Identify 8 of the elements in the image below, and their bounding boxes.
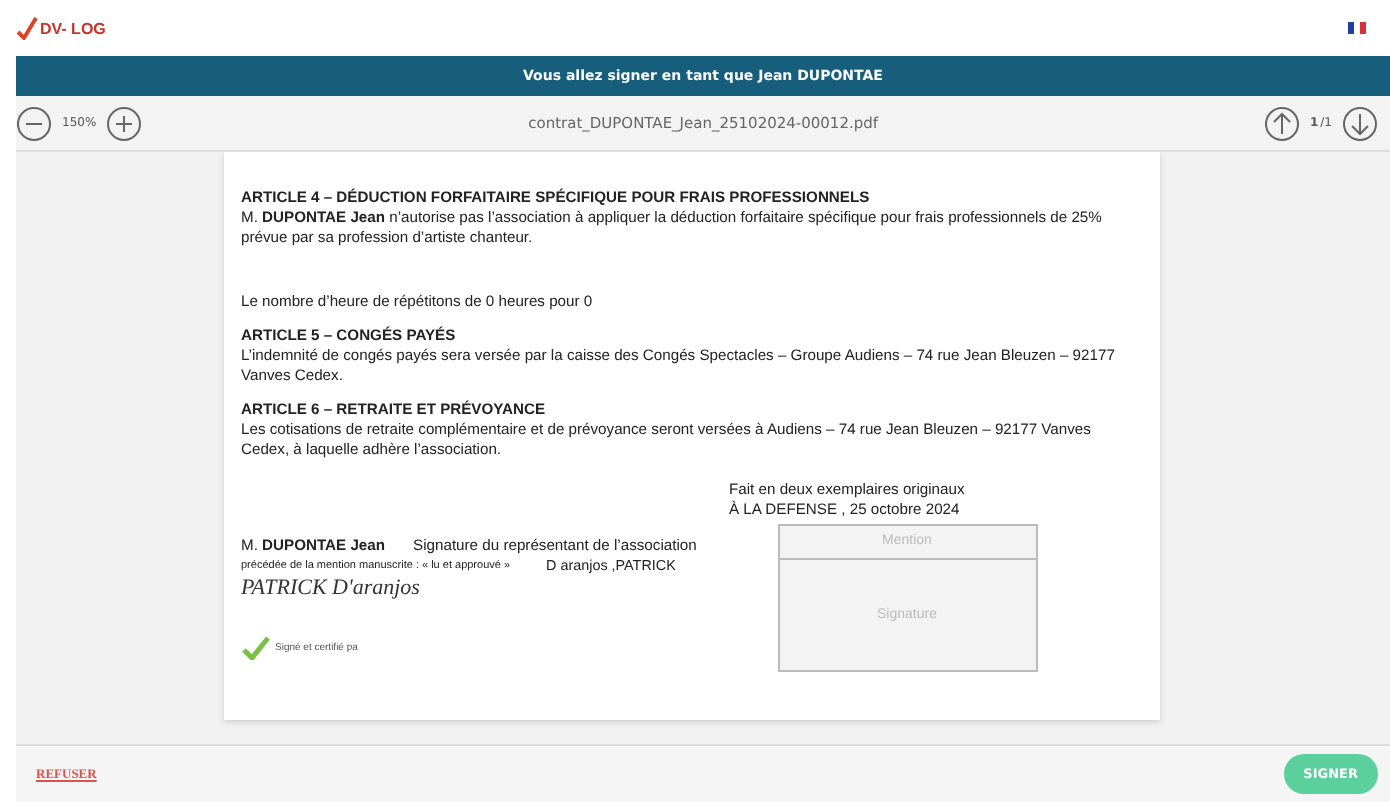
arrow-up-icon[interactable] (1263, 105, 1300, 141)
zoom-in-icon[interactable] (106, 105, 143, 141)
arrow-down-icon[interactable] (1342, 105, 1378, 141)
flag-icon[interactable] (1348, 22, 1366, 34)
handwritten-signature: PATRICK D'aranjos (241, 576, 422, 600)
logo: DV- LOG (40, 19, 106, 37)
zoom-out-icon[interactable] (16, 105, 52, 141)
check-mark-icon (16, 16, 38, 40)
